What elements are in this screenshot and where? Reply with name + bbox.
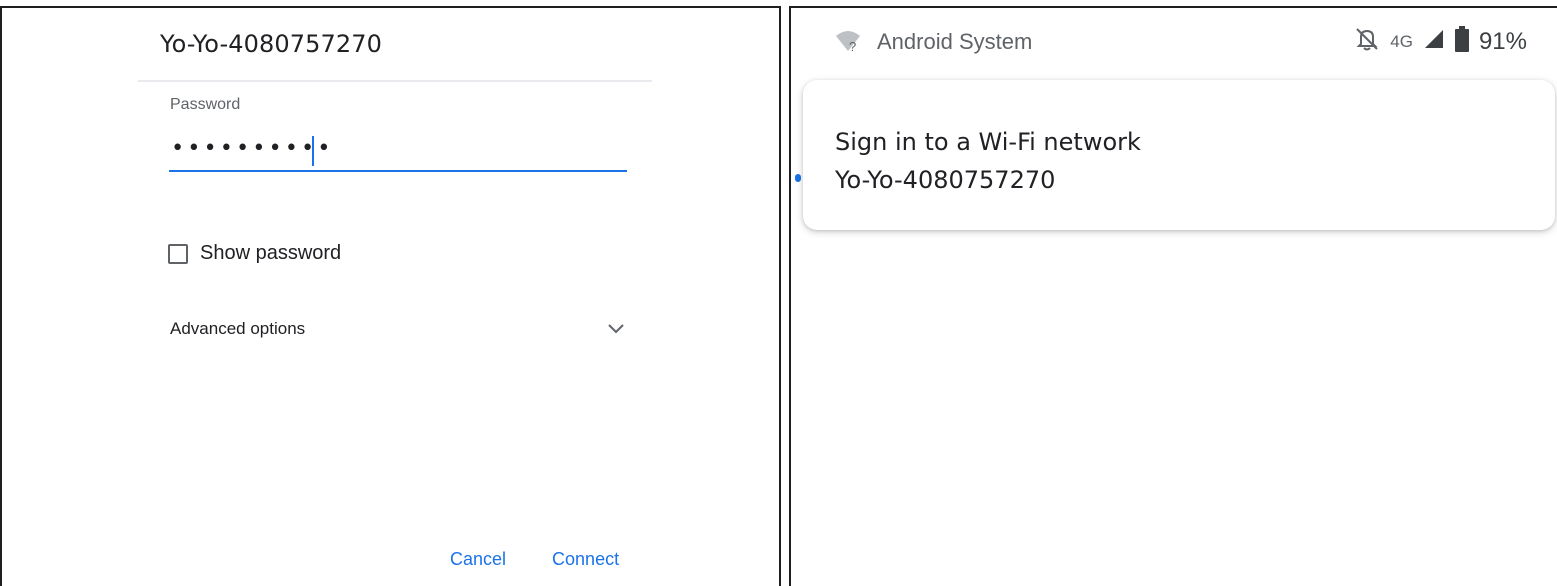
app-name: Android System — [877, 29, 1033, 54]
dialog-title: Yo-Yo-4080757270 — [160, 30, 382, 58]
chevron-down-icon — [606, 319, 626, 339]
notification-text: Yo-Yo-4080757270 — [835, 166, 1056, 194]
notification-title: Sign in to a Wi-Fi network — [835, 128, 1141, 156]
advanced-options-label: Advanced options — [170, 319, 306, 338]
advanced-options-expander[interactable]: Advanced options — [170, 314, 626, 344]
signal-icon — [1423, 28, 1445, 55]
battery-percent: 91% — [1478, 27, 1527, 55]
status-icons: 4G 91% — [1354, 26, 1527, 57]
title-divider — [138, 80, 652, 82]
edge-indicator-left — [795, 174, 801, 182]
password-label: Password — [170, 96, 241, 113]
svg-text:?: ? — [849, 39, 856, 52]
wifi-sign-in-notification[interactable]: Sign in to a Wi-Fi network Yo-Yo-4080757… — [803, 80, 1555, 230]
network-type: 4G — [1390, 31, 1413, 51]
show-password-label: Show password — [200, 242, 342, 264]
screenshot-canvas: Yo-Yo-4080757270 Password Show password … — [0, 0, 1557, 586]
show-password-checkbox[interactable] — [168, 243, 188, 264]
notifications-off-icon — [1354, 26, 1380, 57]
show-password-toggle[interactable]: Show password — [168, 242, 341, 265]
cancel-button[interactable]: Cancel — [442, 545, 514, 574]
dialog-actions: Cancel Connect — [442, 545, 627, 574]
connect-button[interactable]: Connect — [544, 545, 627, 574]
text-cursor — [312, 136, 314, 166]
battery-icon — [1454, 26, 1469, 57]
wifi-connect-dialog: Yo-Yo-4080757270 Password Show password … — [0, 6, 781, 586]
password-field[interactable] — [169, 126, 627, 172]
notification-header: ? Android System 4G 91% — [791, 8, 1557, 72]
wifi-question-icon: ? — [835, 30, 861, 54]
android-notification-panel: ? Android System 4G 91% Sign in to a Wi-… — [789, 6, 1557, 586]
